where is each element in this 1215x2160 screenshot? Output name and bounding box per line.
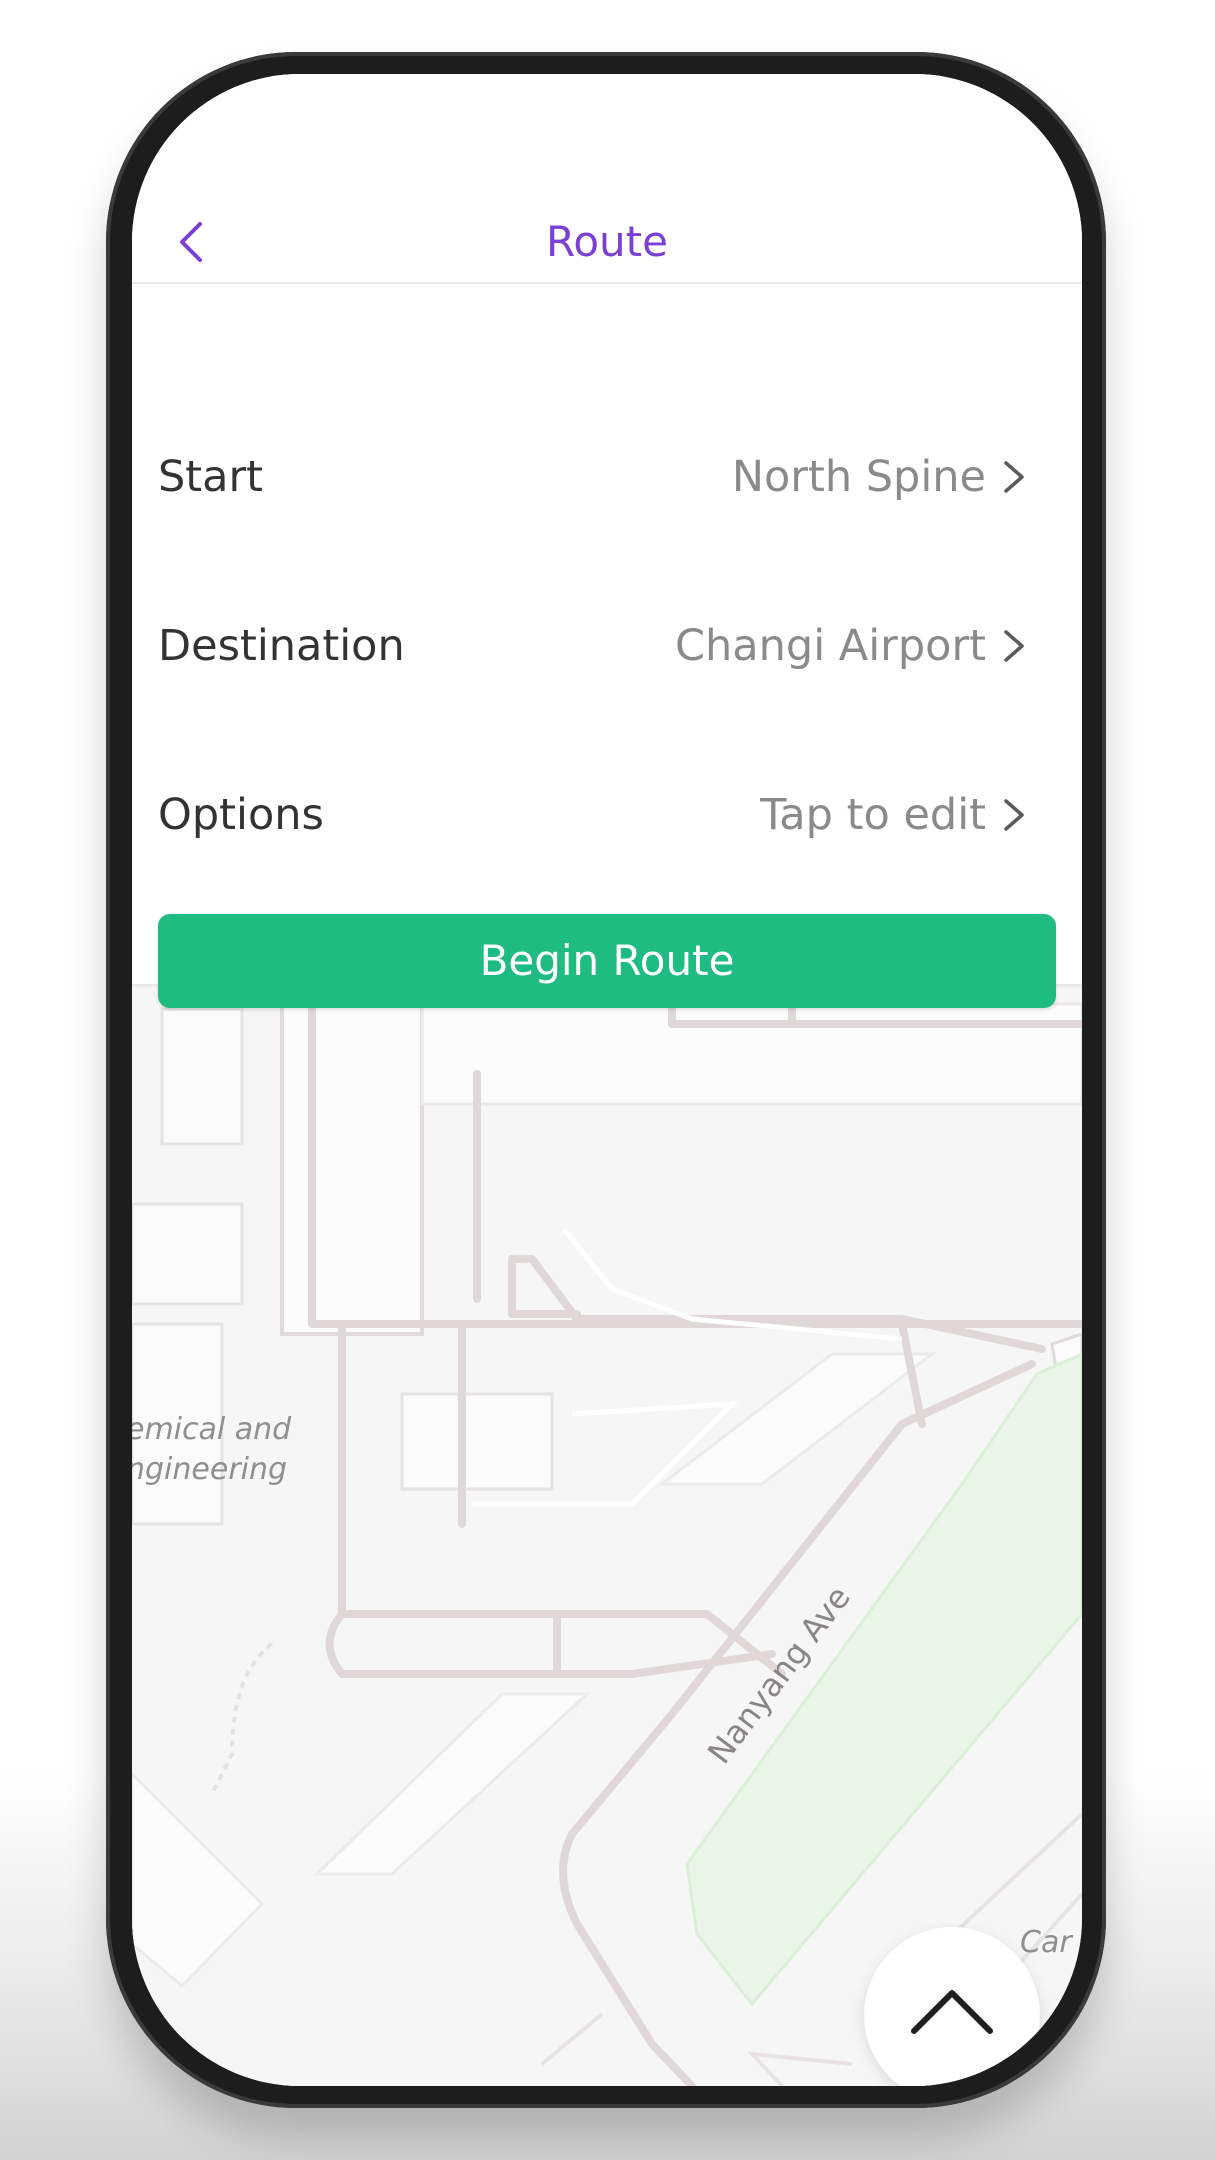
options-row[interactable]: Options Tap to edit [158,760,1054,870]
destination-label: Destination [158,621,405,671]
start-value: North Spine [731,452,986,502]
options-label: Options [158,790,324,840]
chevron-right-icon [1004,630,1024,662]
destination-row[interactable]: Destination Changi Airport [158,591,1054,701]
start-label: Start [158,452,264,502]
chevron-right-icon [1004,461,1024,493]
phone-frame: emical and ngineering Nanyang Ave Car P … [106,52,1106,2108]
route-panel: Route Start North Spine Destination Chan… [132,74,1082,984]
options-value: Tap to edit [760,790,986,840]
page-title: Route [546,217,668,266]
navbar: Route [132,202,1082,284]
map-label-engineering: ngineering [132,1452,287,1487]
destination-value: Changi Airport [675,621,986,671]
chevron-right-icon [1004,799,1024,831]
expand-panel-button[interactable] [864,1927,1040,2086]
chevron-up-icon [911,1990,993,2034]
app-screen: emical and ngineering Nanyang Ave Car P … [132,74,1082,2086]
map-label-chemical: emical and [132,1412,292,1447]
begin-route-button[interactable]: Begin Route [158,914,1056,1008]
start-row[interactable]: Start North Spine [158,422,1054,532]
